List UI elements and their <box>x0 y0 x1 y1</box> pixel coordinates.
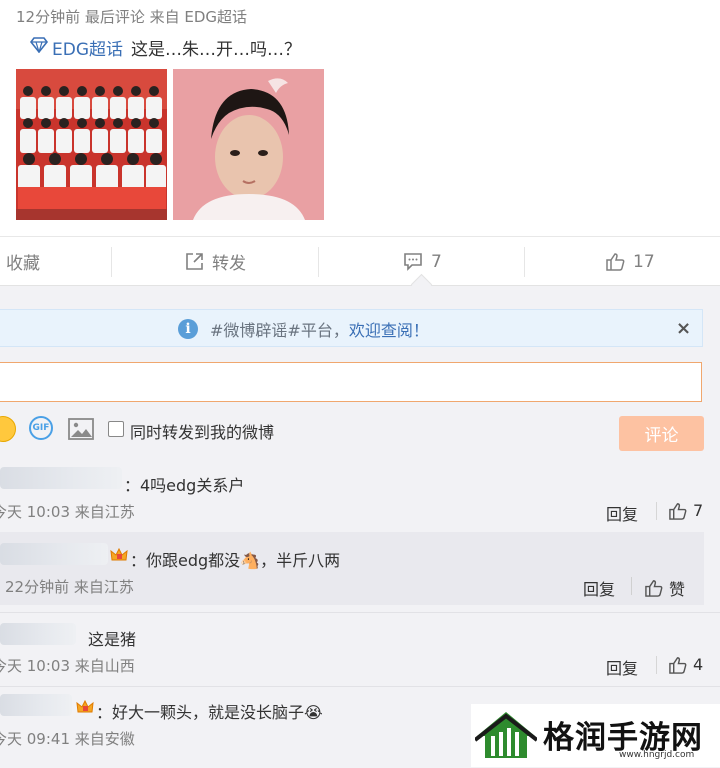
comment-text: ：好大一颗头，就是没长脑子😭 <box>96 703 323 722</box>
repost-checkbox-label: 同时转发到我的微博 <box>130 423 275 442</box>
like-button[interactable]: 17 <box>605 237 655 286</box>
blurred-username[interactable] <box>0 543 108 565</box>
submit-comment-button[interactable]: 评论 <box>619 416 704 451</box>
reply-like-button[interactable]: 赞 <box>644 576 685 600</box>
like-count: 4 <box>693 655 704 674</box>
divider <box>656 656 657 674</box>
divider <box>318 247 319 277</box>
comment-time: 今天 09:41 来自安徽 <box>0 730 135 748</box>
divider <box>0 612 720 613</box>
divider <box>524 247 525 277</box>
post-image-portrait[interactable] <box>173 69 324 220</box>
super-topic-icon <box>29 37 49 58</box>
comment-time: 今天 10:03 来自江苏 <box>0 503 135 521</box>
thumbs-up-icon <box>645 580 663 597</box>
comment-time: 今天 10:03 来自山西 <box>0 657 135 675</box>
reply-time: 22分钟前 来自江苏 <box>5 578 134 596</box>
watermark-url: www.hngrjd.com <box>619 750 695 760</box>
comment-panel <box>0 285 720 768</box>
repost-icon <box>186 253 203 270</box>
image-icon[interactable] <box>68 418 94 444</box>
comment-input[interactable] <box>0 362 702 402</box>
reply-button[interactable]: 回复 <box>606 501 638 525</box>
repost-button[interactable]: 转发 <box>185 237 246 286</box>
repost-label: 转发 <box>212 254 246 274</box>
watermark-logo-icon <box>473 710 539 766</box>
comment-text: 这是猪 <box>88 630 137 649</box>
close-icon[interactable]: × <box>676 318 691 339</box>
topic-link[interactable]: EDG超话 <box>52 35 123 60</box>
thumbs-up-icon <box>669 656 687 674</box>
comment-like-button[interactable]: 7 <box>668 501 703 520</box>
favorite-button[interactable]: 收藏 <box>6 237 40 286</box>
reply-button[interactable]: 回复 <box>606 655 638 679</box>
notice-text: #微博辟谣#平台， <box>210 321 349 340</box>
comment-text: ：4吗edg关系户 <box>124 476 245 495</box>
crown-badge-icon <box>110 547 128 563</box>
divider <box>111 247 112 277</box>
post-meta: 12分钟前 最后评论 来自 EDG超话 <box>16 8 248 26</box>
site-watermark: 格润手游网 www.hngrjd.com <box>471 704 720 767</box>
post-image-group-photo[interactable] <box>16 69 167 220</box>
comment-like-button[interactable]: 4 <box>668 655 703 674</box>
action-bar: 收藏 转发 7 17 <box>0 236 720 286</box>
blurred-username[interactable] <box>0 623 76 645</box>
rumor-notice: i #微博辟谣#平台， 欢迎查阅！ × <box>0 309 703 347</box>
comment-icon <box>404 253 422 271</box>
reply-button[interactable]: 回复 <box>583 576 615 600</box>
info-icon: i <box>178 319 198 339</box>
crown-badge-icon <box>76 699 94 715</box>
like-label: 赞 <box>669 580 686 599</box>
thumbs-up-icon <box>669 502 687 520</box>
like-count: 17 <box>633 251 655 272</box>
divider <box>631 577 632 595</box>
comment-count: 7 <box>431 251 442 272</box>
blurred-username[interactable] <box>0 694 72 716</box>
notice-link[interactable]: 欢迎查阅！ <box>349 317 429 341</box>
post-text: 这是…朱…开…吗…？ <box>131 40 302 60</box>
gif-icon[interactable]: GIF <box>29 416 53 440</box>
repost-checkbox[interactable] <box>108 421 124 437</box>
reply-text: ：你跟edg都没🐴，半斤八两 <box>130 551 341 570</box>
like-count: 7 <box>693 501 704 520</box>
favorite-label: 收藏 <box>6 254 40 274</box>
blurred-username[interactable] <box>0 467 122 489</box>
divider <box>656 502 657 520</box>
thumbs-up-icon <box>606 253 625 271</box>
post-content: EDG超话 这是…朱…开…吗…？ <box>29 35 302 60</box>
divider <box>0 686 720 687</box>
